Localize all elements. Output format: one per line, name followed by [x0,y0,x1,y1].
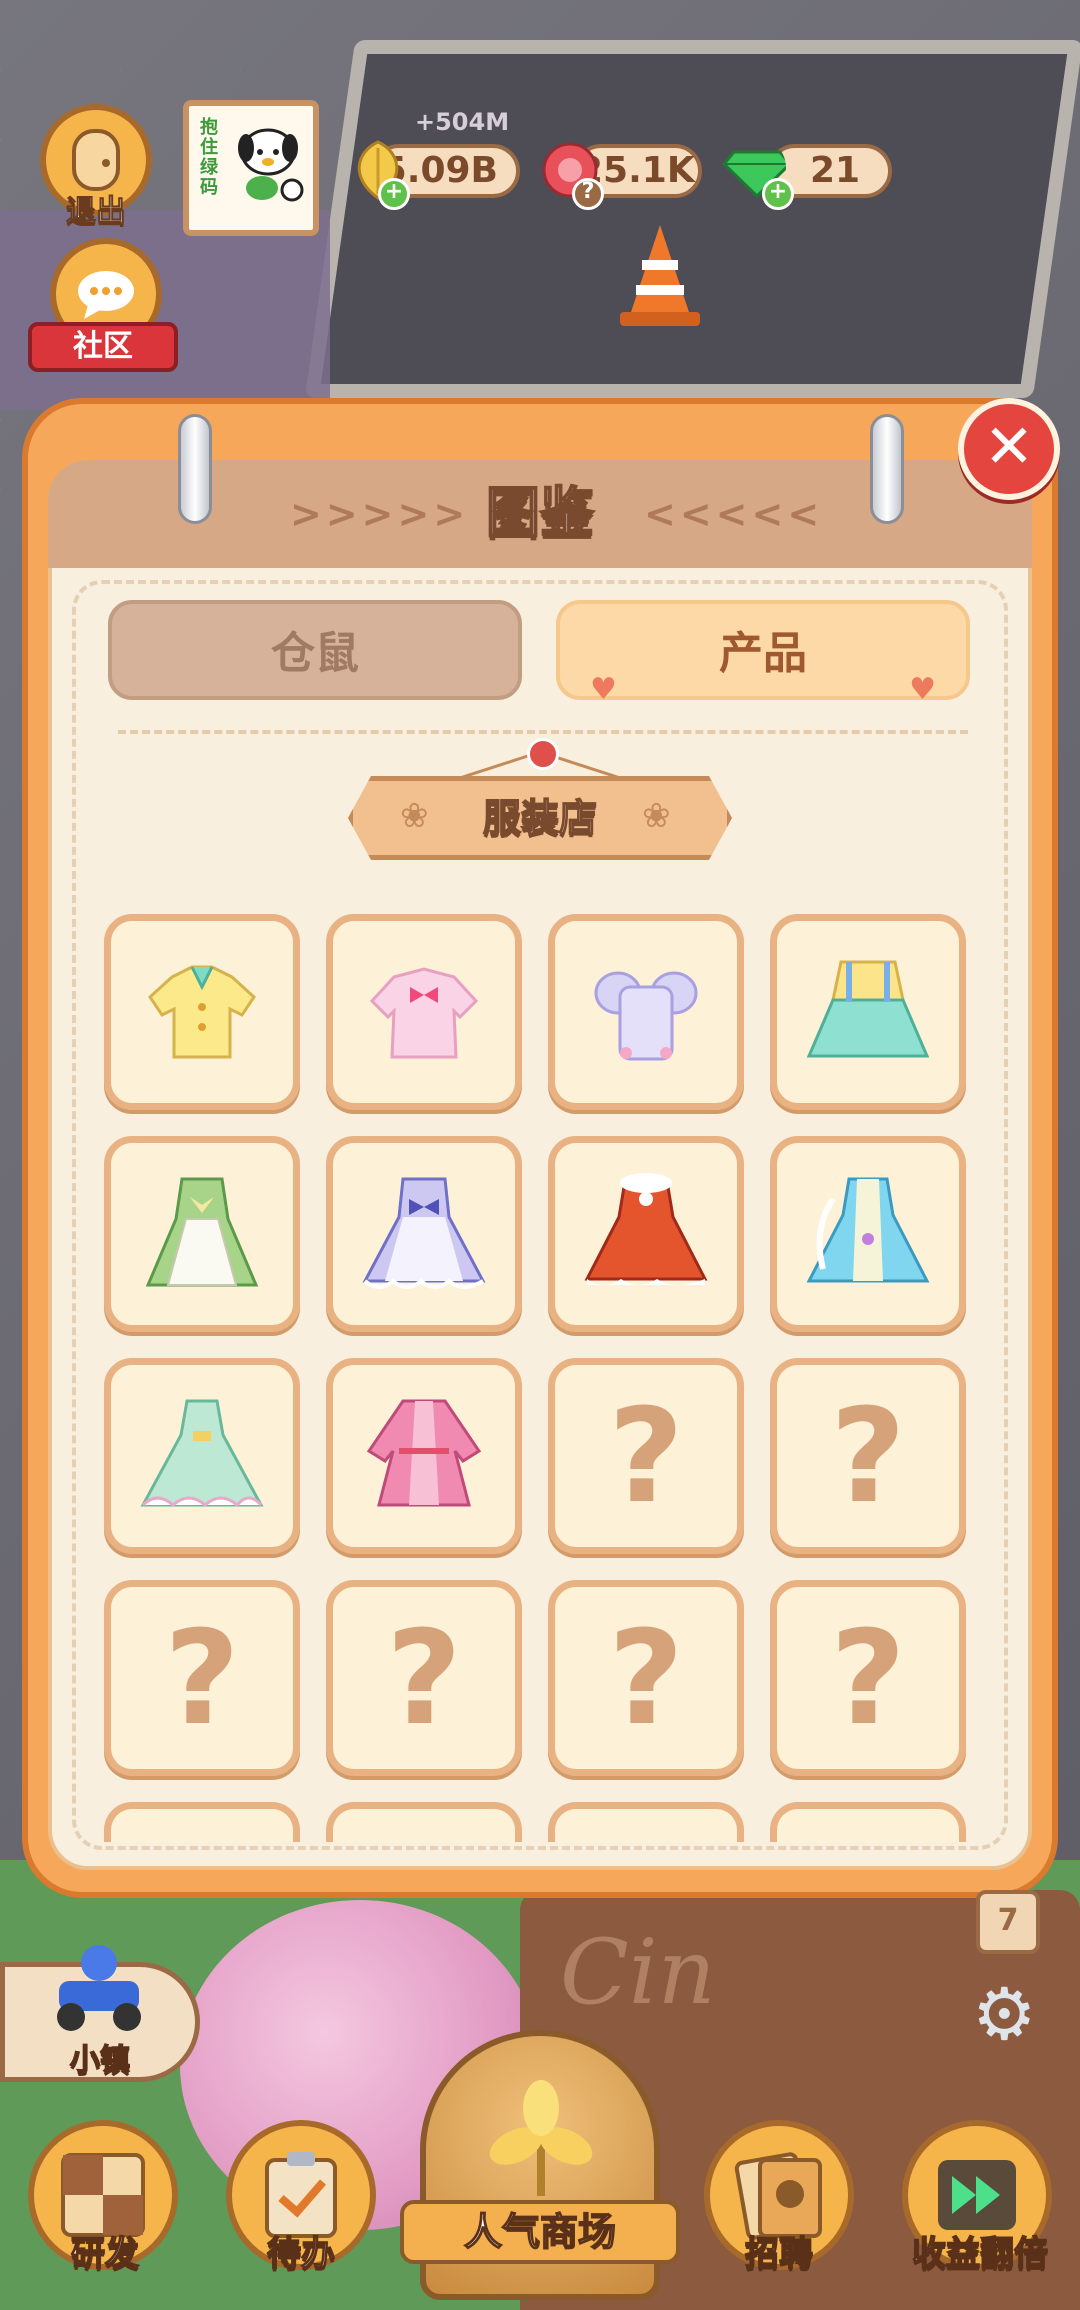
item-locked[interactable]: ? [326,1580,522,1776]
suspender-skirt-icon [806,960,930,1058]
traffic-cone-icon [620,225,700,326]
todo-label: 待办 [266,2233,336,2275]
scooter-icon [57,1945,141,2031]
calendar-icon[interactable]: 7 [976,1890,1040,1954]
golden-plant-icon [489,2080,593,2196]
title-arrows-right: <<<<< [644,492,824,536]
puppy-icon [238,128,304,202]
heart-icon: ♥ [590,672,617,707]
tab-divider [118,730,968,734]
community-label: 社区 [28,322,178,372]
poster-text: 抱住绿码 [200,117,218,198]
item-partial [770,1802,966,1842]
shirt-icon [148,965,256,1059]
item-green-pinafore-dress[interactable] [104,1136,300,1332]
binder-ring-left [178,414,212,524]
item-suspender-skirt[interactable] [770,914,966,1110]
tab-products[interactable]: ♥ 产品 ♥ [556,600,970,707]
item-pink-bow-blouse[interactable] [326,914,522,1110]
item-locked[interactable]: ? [548,1358,744,1554]
double-income-label: 收益翻倍 [911,2233,1049,2275]
gem-info-icon[interactable]: ? [572,178,604,210]
item-red-fur-dress[interactable] [548,1136,744,1332]
item-pink-hanfu-dress[interactable] [326,1358,522,1554]
chat-bubble-icon [78,271,134,319]
ruffle-dress-icon [140,1399,264,1508]
item-yellow-collar-shirt[interactable] [104,914,300,1110]
town-button[interactable]: 小镇 [0,1945,200,2082]
recruit-label: 招聘 [744,2233,814,2275]
tab-hamsters[interactable]: 仓鼠 [108,600,522,700]
item-locked[interactable]: ? [770,1358,966,1554]
question-icon: ? [830,1380,906,1532]
exit-label: 退出 [66,194,127,230]
item-locked[interactable]: ? [548,1580,744,1776]
item-blue-fantasy-dress[interactable] [770,1136,966,1332]
income-gain-text: +504M [415,108,510,136]
item-mint-ruffle-dress[interactable] [104,1358,300,1554]
lolita-dress-icon [362,1177,486,1289]
item-locked[interactable]: ? [104,1580,300,1776]
question-icon: ? [386,1602,462,1754]
question-icon: ? [830,1602,906,1754]
question-icon: ? [608,1602,684,1754]
hanfu-dress-icon [366,1399,482,1507]
item-partial [326,1802,522,1842]
fantasy-dress-icon [806,1177,930,1283]
settings-gear-icon[interactable]: ⚙ [972,1972,1037,2056]
red-fur-dress-icon [584,1173,708,1285]
gold-add-icon[interactable]: + [378,178,410,210]
popular-mall-label: 人气商场 [400,2200,680,2264]
tab-products-label: 产品 [719,628,807,679]
item-partial [548,1802,744,1842]
town-label: 小镇 [69,2042,131,2079]
construction-room [304,40,1080,398]
pin-icon [527,738,559,770]
item-partial [104,1802,300,1842]
close-button[interactable]: ✕ [958,398,1060,500]
left-wall [0,210,330,410]
pinafore-dress-icon [145,1177,259,1287]
question-icon: ? [164,1602,240,1754]
binder-ring-right [870,414,904,524]
item-locked[interactable]: ? [770,1580,966,1776]
puff-top-icon [594,971,698,1061]
diamond-add-icon[interactable]: + [762,178,794,210]
heart-icon: ♥ [909,672,936,707]
item-lavender-puff-top[interactable] [548,914,744,1110]
item-lavender-lolita-dress[interactable] [326,1136,522,1332]
category-title: 服装店 [482,795,598,841]
question-icon: ? [608,1380,684,1532]
blouse-icon [369,967,479,1059]
research-label: 研发 [70,2233,140,2275]
paw-icon: ❀ [642,796,671,836]
door-icon [72,129,120,191]
